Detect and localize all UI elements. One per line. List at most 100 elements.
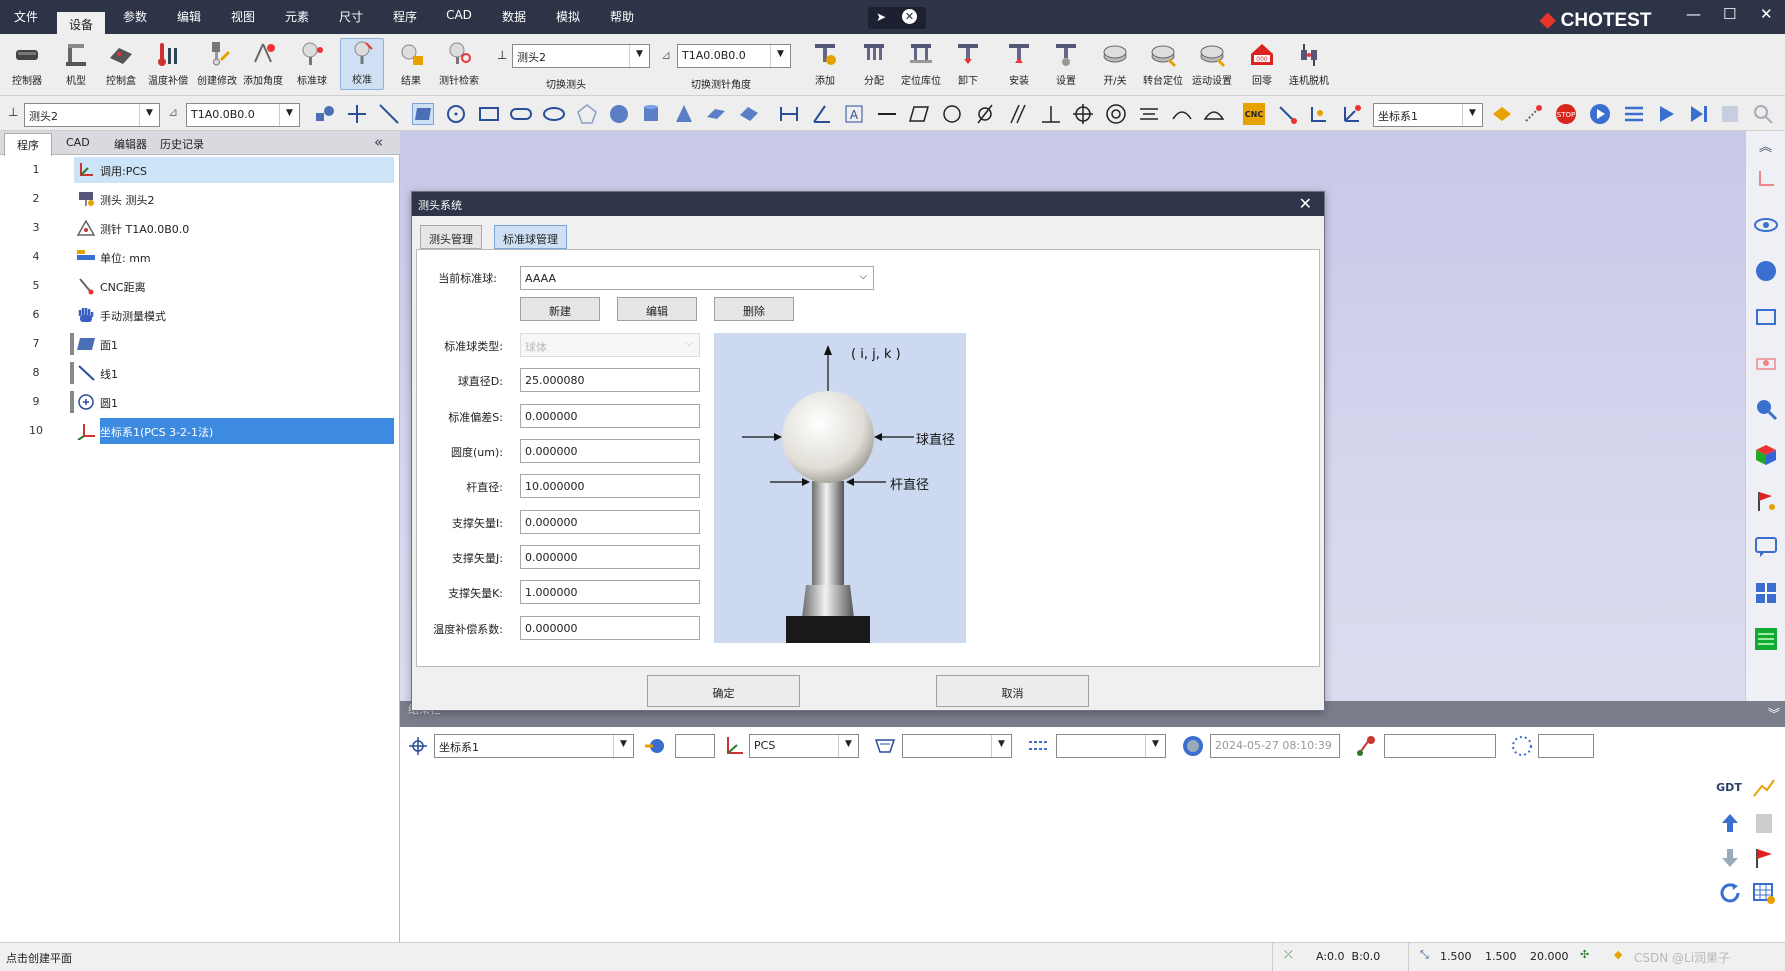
locate-rack-button[interactable]: 定位库位	[899, 40, 943, 87]
add-angle-button[interactable]: 添加角度	[241, 40, 285, 87]
arrow-up-icon[interactable]	[1718, 811, 1742, 835]
tab-history[interactable]: 历史记录	[160, 136, 204, 152]
chevron-down-icon[interactable]: ▼	[139, 104, 159, 126]
stop-square-button[interactable]	[1719, 103, 1741, 125]
chevron-down-icon[interactable]: ⌵	[859, 271, 867, 282]
angle-tool[interactable]	[811, 103, 833, 125]
online-offline-button[interactable]: 连机脱机	[1287, 40, 1331, 87]
flatness-tool[interactable]	[908, 103, 930, 125]
cnc-tool[interactable]: CNC	[1243, 103, 1265, 125]
control-box-button[interactable]: 控制盒	[99, 40, 143, 87]
circle-tool[interactable]	[445, 103, 467, 125]
ellipse-tool[interactable]	[543, 103, 565, 125]
position-tool[interactable]	[1072, 103, 1094, 125]
dro-readout-icon[interactable]	[1754, 627, 1778, 651]
polygon-tool[interactable]	[576, 103, 598, 125]
refresh-icon[interactable]	[1718, 881, 1742, 905]
program-row[interactable]: 4 单位: mm	[0, 244, 400, 270]
support-vector-i-input[interactable]: 0.000000	[520, 510, 700, 534]
stem-diameter-input[interactable]: 10.000000	[520, 474, 700, 498]
program-row[interactable]: 3 测针 T1A0.0B0.0	[0, 215, 400, 241]
cube-colors-icon[interactable]	[1754, 443, 1778, 467]
fit-view-icon[interactable]	[1754, 305, 1778, 329]
toolbar-angle-select[interactable]: T1A0.0B0.0 ▼	[186, 103, 300, 127]
symmetry-tool[interactable]	[1138, 103, 1160, 125]
search-disabled-button[interactable]	[1752, 103, 1774, 125]
eye-icon[interactable]	[1754, 213, 1778, 237]
calibrate-button[interactable]: 校准	[340, 38, 384, 90]
roundness-input[interactable]: 0.000000	[520, 439, 700, 463]
surface-tool[interactable]	[705, 103, 727, 125]
chart-line-icon[interactable]	[1752, 776, 1776, 800]
install-button[interactable]: 安装	[997, 40, 1041, 87]
machine-button[interactable]: 机型	[54, 40, 98, 87]
comment-icon[interactable]	[1754, 535, 1778, 559]
program-row[interactable]: 6 手动测量模式	[0, 302, 400, 328]
perpendicularity-tool[interactable]	[1040, 103, 1062, 125]
results-coord-select[interactable]: 坐标系1 ▼	[434, 734, 634, 758]
close-window-icon[interactable]: ✕	[1760, 5, 1773, 23]
axis-view-icon[interactable]	[1754, 167, 1778, 191]
text-tool[interactable]: A	[843, 103, 865, 125]
chevron-down-icon[interactable]: ▼	[838, 735, 858, 757]
flag-icon[interactable]	[1754, 489, 1778, 513]
angle-select[interactable]: T1A0.0B0.0 ▼	[677, 44, 791, 68]
cone-tool[interactable]	[673, 103, 695, 125]
chevron-down-icon[interactable]: ▼	[613, 735, 633, 757]
result-button[interactable]: 结果	[389, 40, 433, 87]
cylinder-tool[interactable]	[640, 103, 662, 125]
run-button[interactable]	[1656, 103, 1678, 125]
line-tool[interactable]	[378, 103, 400, 125]
turntable-position-button[interactable]: 转台定位	[1141, 40, 1185, 87]
coordinate-tool[interactable]	[1341, 103, 1363, 125]
clearance-tool[interactable]	[1308, 103, 1330, 125]
gdt-button[interactable]: GDT	[1714, 776, 1744, 800]
table-settings-icon[interactable]	[1752, 881, 1776, 905]
run-to-end-button[interactable]	[1688, 103, 1710, 125]
temp-comp-button[interactable]: 温度补偿	[146, 40, 190, 87]
menu-cad[interactable]: CAD	[446, 8, 472, 22]
tab-ball-management[interactable]: 标准球管理	[494, 225, 567, 249]
current-ball-select[interactable]: AAAA ⌵	[520, 266, 874, 290]
profile-line-tool[interactable]	[1171, 103, 1193, 125]
results-ref-select[interactable]: PCS ▼	[749, 734, 859, 758]
torus-tool[interactable]	[738, 103, 760, 125]
cylindricity-tool[interactable]	[974, 103, 996, 125]
tab-program[interactable]: 程序	[4, 133, 52, 156]
menu-view[interactable]: 视图	[231, 8, 255, 25]
add-button[interactable]: 添加	[803, 40, 847, 87]
clipboard-icon[interactable]	[1752, 811, 1776, 835]
menu-simulate[interactable]: 模拟	[556, 8, 580, 25]
parallelism-tool[interactable]	[1007, 103, 1029, 125]
roundness-tool[interactable]	[941, 103, 963, 125]
chevron-down-icon[interactable]: ▼	[1462, 104, 1482, 126]
ball-diameter-input[interactable]: 25.000080	[520, 368, 700, 392]
coordinate-select[interactable]: 坐标系1 ▼	[1373, 103, 1483, 127]
cancel-button[interactable]: 取消	[936, 675, 1089, 707]
distance-tool[interactable]	[778, 103, 800, 125]
collapse-icon[interactable]: «	[374, 133, 383, 151]
play-button[interactable]	[1589, 103, 1611, 125]
tab-editor[interactable]: 编辑器	[114, 136, 147, 152]
red-flag-icon[interactable]	[1752, 846, 1776, 870]
tab-cad[interactable]: CAD	[66, 136, 90, 149]
results-time-field[interactable]: 2024-05-27 08:10:39	[1210, 734, 1340, 758]
menu-program[interactable]: 程序	[393, 8, 417, 25]
probe-move-tool[interactable]	[1522, 103, 1544, 125]
move-tool[interactable]	[1276, 103, 1298, 125]
chevron-down-icon[interactable]: ▼	[991, 735, 1011, 757]
program-row[interactable]: 8 线1	[0, 360, 400, 386]
delete-button[interactable]: 删除	[714, 297, 794, 321]
std-deviation-input[interactable]: 0.000000	[520, 404, 700, 428]
results-plane-select[interactable]: ▼	[902, 734, 1012, 758]
close-circle-icon[interactable]: ✕	[902, 9, 917, 24]
grid-view-icon[interactable]	[1754, 581, 1778, 605]
send-icon[interactable]: ➤	[876, 10, 886, 24]
ball-type-select[interactable]: 球体 ⌵	[520, 333, 700, 357]
support-vector-j-input[interactable]: 0.000000	[520, 545, 700, 569]
workplane-tool[interactable]	[1491, 103, 1513, 125]
controller-button[interactable]: 控制器	[5, 40, 49, 87]
collapse-up-icon[interactable]: ︽	[1759, 136, 1772, 155]
settings-button[interactable]: 设置	[1044, 40, 1088, 87]
profile-surface-tool[interactable]	[1203, 103, 1225, 125]
